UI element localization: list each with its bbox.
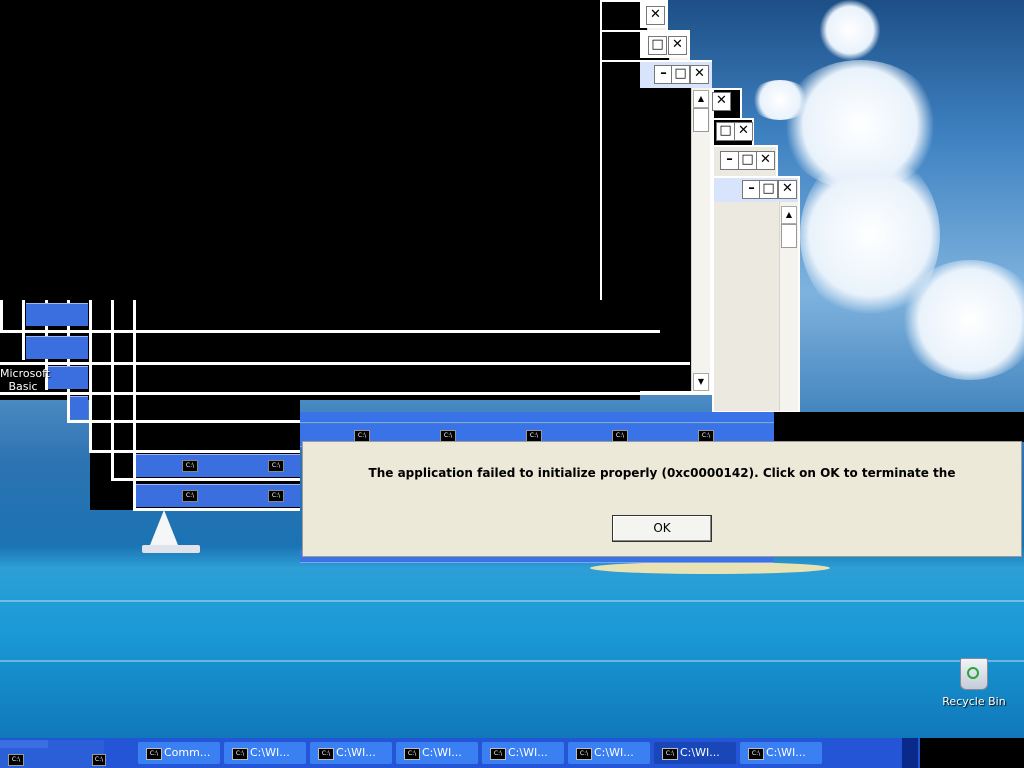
close-icon[interactable]: ✕ — [778, 180, 797, 199]
cmd-icon: C:\ — [182, 490, 198, 502]
taskbar-left-stub: C:\ C:\ — [0, 740, 106, 768]
close-icon[interactable]: ✕ — [734, 122, 753, 141]
close-icon[interactable]: ✕ — [756, 151, 775, 170]
console-window-7: ▲ — [712, 176, 800, 413]
error-dialog: The application failed to initialize pro… — [302, 441, 1022, 557]
taskbar-button[interactable]: C:\ C:\WI... — [568, 742, 650, 764]
taskbar-button-label: C:\WI... — [594, 746, 634, 759]
cmd-icon: C:\ — [146, 748, 162, 760]
close-icon[interactable]: ✕ — [646, 6, 665, 25]
ok-button[interactable]: OK — [612, 515, 712, 542]
taskbar-button-label: C:\WI... — [336, 746, 376, 759]
cmd-icon: C:\ — [662, 748, 678, 760]
taskbar-button-label: C:\WI... — [508, 746, 548, 759]
maximize-icon[interactable]: □ — [759, 180, 778, 199]
cmd-icon: C:\ — [404, 748, 420, 760]
taskbar-tray — [920, 738, 1024, 768]
taskbar-button-label: C:\WI... — [766, 746, 806, 759]
error-message: The application failed to initialize pro… — [368, 466, 956, 480]
island — [590, 562, 830, 574]
taskbar-button[interactable]: C:\ C:\WI... — [396, 742, 478, 764]
taskbar-button-label: C:\WI... — [680, 746, 720, 759]
cmd-icon: C:\ — [268, 490, 284, 502]
cmd-icon: C:\ — [318, 748, 334, 760]
cmd-icon: C:\ — [576, 748, 592, 760]
scroll-up-arrow[interactable]: ▲ — [693, 90, 709, 108]
taskbar-button-label: C:\WI... — [250, 746, 290, 759]
taskbar-button[interactable]: C:\ C:\WI... — [740, 742, 822, 764]
cmd-icon: C:\ — [748, 748, 764, 760]
taskbar-tray-black — [902, 738, 918, 768]
maximize-icon[interactable]: □ — [738, 151, 757, 170]
cmd-icon: C:\ — [232, 748, 248, 760]
desktop-icon-label: Basic — [8, 380, 38, 393]
recycle-bin-label: Recycle Bin — [942, 695, 1006, 708]
cmd-icon: C:\ — [268, 460, 284, 472]
scroll-thumb[interactable] — [781, 224, 797, 248]
maximize-icon[interactable]: □ — [648, 36, 667, 55]
desktop-icon-label: Microsoft — [0, 367, 51, 380]
scroll-thumb[interactable] — [693, 108, 709, 132]
close-icon[interactable]: ✕ — [690, 65, 709, 84]
maximize-icon[interactable]: □ — [671, 65, 690, 84]
cmd-icon: C:\ — [8, 754, 24, 766]
taskbar-button-label: Comm... — [164, 746, 211, 759]
console-window-black — [0, 0, 640, 300]
taskbar-button[interactable]: C:\ C:\WI... — [224, 742, 306, 764]
scroll-up-arrow[interactable]: ▲ — [781, 206, 797, 224]
close-icon[interactable]: ✕ — [668, 36, 687, 55]
taskbar-button[interactable]: C:\ C:\WI... — [654, 742, 736, 764]
recycle-bin-icon — [960, 658, 988, 690]
minimize-icon[interactable]: – — [720, 151, 739, 170]
taskbar-button-label: C:\WI... — [422, 746, 462, 759]
cmd-icon: C:\ — [182, 460, 198, 472]
taskbar-button[interactable]: C:\ C:\WI... — [482, 742, 564, 764]
cmd-icon: C:\ — [92, 754, 106, 766]
close-icon[interactable]: ✕ — [712, 92, 731, 111]
maximize-icon[interactable]: □ — [716, 122, 735, 141]
cmd-icon: C:\ — [490, 748, 506, 760]
taskbar-button[interactable]: C:\ Comm... — [138, 742, 220, 764]
taskbar-button[interactable]: C:\ C:\WI... — [310, 742, 392, 764]
sailboat — [150, 510, 178, 545]
scroll-down-arrow[interactable]: ▼ — [693, 373, 709, 391]
